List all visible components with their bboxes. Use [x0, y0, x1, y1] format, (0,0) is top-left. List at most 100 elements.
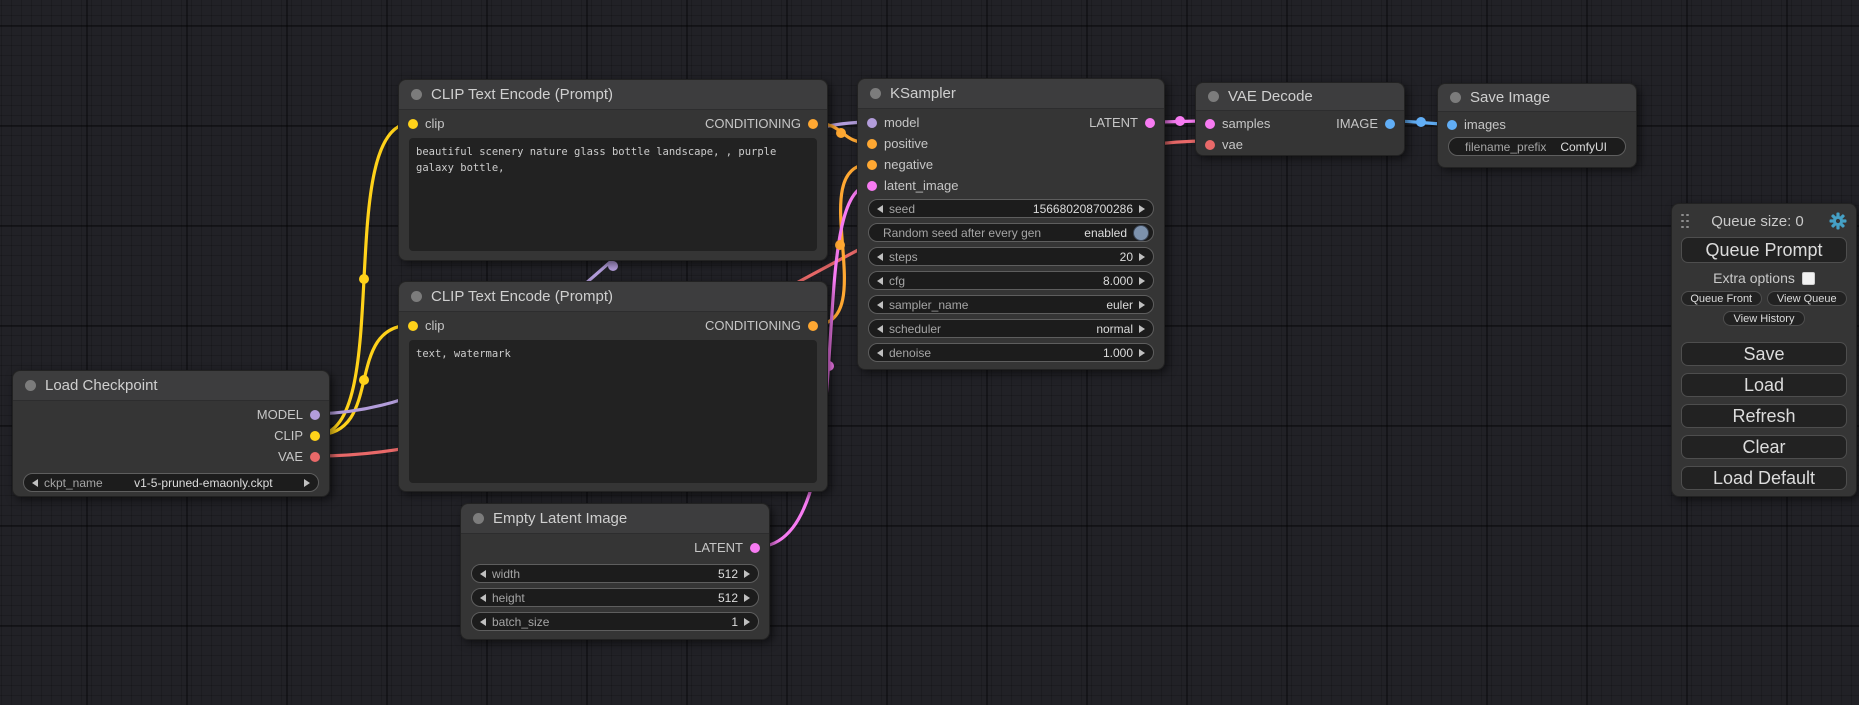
- node-collapse-dot-icon[interactable]: [25, 380, 36, 391]
- node-title-bar[interactable]: KSampler: [858, 79, 1164, 109]
- samples-input-port[interactable]: [1205, 119, 1215, 129]
- node-collapse-dot-icon[interactable]: [473, 513, 484, 524]
- widget-increment-icon[interactable]: [1139, 253, 1145, 261]
- node-collapse-dot-icon[interactable]: [870, 88, 881, 99]
- comfyui-canvas[interactable]: { "app": {"name": "ComfyUI node graph"},…: [0, 0, 1859, 705]
- widget-decrement-icon[interactable]: [877, 205, 883, 213]
- widget-increment-icon[interactable]: [744, 618, 750, 626]
- clear-button[interactable]: Clear: [1681, 435, 1847, 459]
- input-row-images: images: [1438, 114, 1636, 135]
- output-label: IMAGE: [1336, 116, 1378, 131]
- batch-size-widget[interactable]: batch_size 1: [471, 612, 759, 631]
- widget-increment-icon[interactable]: [744, 594, 750, 602]
- filename-prefix-widget[interactable]: filename_prefix ComfyUI: [1448, 137, 1626, 156]
- cfg-widget[interactable]: cfg 8.000: [868, 271, 1154, 290]
- io-row-clip-conditioning: clip CONDITIONING: [399, 315, 827, 336]
- model-input-port[interactable]: [867, 118, 877, 128]
- output-label: MODEL: [257, 407, 303, 422]
- node-title-bar[interactable]: Save Image: [1438, 84, 1636, 112]
- node-load-checkpoint[interactable]: Load Checkpoint MODEL CLIP VAE ckpt_name…: [12, 370, 330, 497]
- node-title-bar[interactable]: CLIP Text Encode (Prompt): [399, 282, 827, 312]
- node-collapse-dot-icon[interactable]: [411, 89, 422, 100]
- node-clip-text-encode-positive[interactable]: CLIP Text Encode (Prompt) clip CONDITION…: [398, 79, 828, 261]
- refresh-button[interactable]: Refresh: [1681, 404, 1847, 428]
- image-output-port[interactable]: [1385, 119, 1395, 129]
- node-vae-decode[interactable]: VAE Decode samples IMAGE vae: [1195, 82, 1405, 156]
- save-button[interactable]: Save: [1681, 342, 1847, 366]
- widget-decrement-icon[interactable]: [32, 479, 38, 487]
- node-ksampler[interactable]: KSampler model LATENT positive negative …: [857, 78, 1165, 370]
- conditioning-output-port[interactable]: [808, 321, 818, 331]
- output-label: CONDITIONING: [705, 318, 801, 333]
- seed-widget[interactable]: seed 156680208700286: [868, 199, 1154, 218]
- widget-decrement-icon[interactable]: [877, 325, 883, 333]
- widget-decrement-icon[interactable]: [877, 253, 883, 261]
- node-title-bar[interactable]: Empty Latent Image: [461, 504, 769, 534]
- widget-value: 156680208700286: [1033, 202, 1133, 216]
- node-collapse-dot-icon[interactable]: [1208, 91, 1219, 102]
- widget-decrement-icon[interactable]: [877, 277, 883, 285]
- view-history-button[interactable]: View History: [1723, 311, 1805, 326]
- width-widget[interactable]: width 512: [471, 564, 759, 583]
- widget-value: 1.000: [1103, 346, 1133, 360]
- conditioning-output-port[interactable]: [808, 119, 818, 129]
- negative-prompt-textarea[interactable]: text, watermark: [409, 340, 817, 483]
- queue-front-button[interactable]: Queue Front: [1681, 291, 1762, 306]
- node-collapse-dot-icon[interactable]: [1450, 92, 1461, 103]
- widget-increment-icon[interactable]: [1139, 301, 1145, 309]
- random-seed-widget[interactable]: Random seed after every gen enabled: [868, 223, 1154, 242]
- queue-prompt-button[interactable]: Queue Prompt: [1681, 237, 1847, 263]
- drag-handle-icon[interactable]: [1681, 214, 1690, 229]
- node-collapse-dot-icon[interactable]: [411, 291, 422, 302]
- images-input-port[interactable]: [1447, 120, 1457, 130]
- steps-widget[interactable]: steps 20: [868, 247, 1154, 266]
- negative-input-port[interactable]: [867, 160, 877, 170]
- latent-output-port[interactable]: [1145, 118, 1155, 128]
- node-title-bar[interactable]: Load Checkpoint: [13, 371, 329, 401]
- load-button[interactable]: Load: [1681, 373, 1847, 397]
- model-output-port[interactable]: [310, 410, 320, 420]
- widget-increment-icon[interactable]: [1139, 205, 1145, 213]
- widget-increment-icon[interactable]: [304, 479, 310, 487]
- extra-options-checkbox[interactable]: [1802, 272, 1815, 285]
- node-title-bar[interactable]: VAE Decode: [1196, 83, 1404, 111]
- widget-label: filename_prefix: [1457, 140, 1546, 154]
- ckpt-name-widget[interactable]: ckpt_name v1-5-pruned-emaonly.ckpt: [23, 473, 319, 492]
- widget-decrement-icon[interactable]: [877, 301, 883, 309]
- widget-decrement-icon[interactable]: [480, 594, 486, 602]
- positive-input-port[interactable]: [867, 139, 877, 149]
- settings-gear-icon[interactable]: [1829, 212, 1847, 230]
- widget-increment-icon[interactable]: [744, 570, 750, 578]
- clip-input-port[interactable]: [408, 321, 418, 331]
- vae-input-port[interactable]: [1205, 140, 1215, 150]
- vae-output-port[interactable]: [310, 452, 320, 462]
- view-queue-button[interactable]: View Queue: [1767, 291, 1848, 306]
- widget-label: height: [492, 591, 525, 605]
- widget-increment-icon[interactable]: [1139, 325, 1145, 333]
- height-widget[interactable]: height 512: [471, 588, 759, 607]
- widget-value: 1: [731, 615, 738, 629]
- widget-decrement-icon[interactable]: [480, 570, 486, 578]
- widget-value: 8.000: [1103, 274, 1133, 288]
- toggle-on-icon[interactable]: [1133, 225, 1149, 241]
- latent-output-port[interactable]: [750, 543, 760, 553]
- node-title-bar[interactable]: CLIP Text Encode (Prompt): [399, 80, 827, 110]
- denoise-widget[interactable]: denoise 1.000: [868, 343, 1154, 362]
- link-midpoint-dot: [359, 274, 369, 284]
- node-title: Empty Latent Image: [493, 510, 627, 527]
- node-clip-text-encode-negative[interactable]: CLIP Text Encode (Prompt) clip CONDITION…: [398, 281, 828, 492]
- latent-image-input-port[interactable]: [867, 181, 877, 191]
- scheduler-widget[interactable]: scheduler normal: [868, 319, 1154, 338]
- node-empty-latent-image[interactable]: Empty Latent Image LATENT width 512 heig…: [460, 503, 770, 640]
- sampler-name-widget[interactable]: sampler_name euler: [868, 295, 1154, 314]
- widget-increment-icon[interactable]: [1139, 277, 1145, 285]
- io-row-model-latent: model LATENT: [858, 112, 1164, 133]
- load-default-button[interactable]: Load Default: [1681, 466, 1847, 490]
- clip-input-port[interactable]: [408, 119, 418, 129]
- node-save-image[interactable]: Save Image images filename_prefix ComfyU…: [1437, 83, 1637, 168]
- widget-decrement-icon[interactable]: [877, 349, 883, 357]
- widget-increment-icon[interactable]: [1139, 349, 1145, 357]
- positive-prompt-textarea[interactable]: beautiful scenery nature glass bottle la…: [409, 138, 817, 251]
- widget-decrement-icon[interactable]: [480, 618, 486, 626]
- clip-output-port[interactable]: [310, 431, 320, 441]
